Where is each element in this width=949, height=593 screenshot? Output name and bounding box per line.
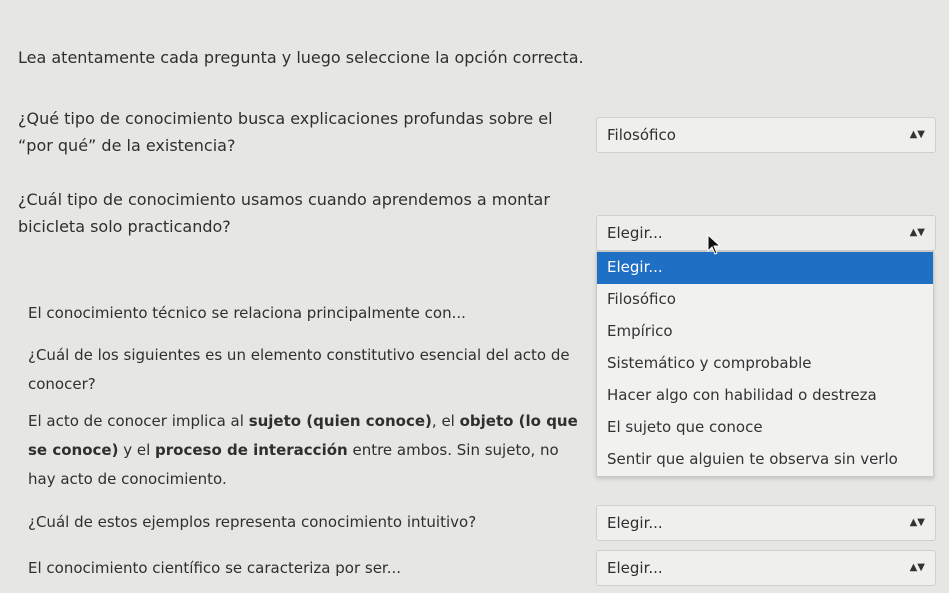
dropdown-option[interactable]: Sentir que alguien te observa sin verlo	[597, 444, 933, 476]
question-1-selected-value: Filosófico	[607, 126, 676, 144]
question-7-selected-value: Elegir...	[607, 559, 663, 577]
dropdown-option[interactable]: Hacer algo con habilidad o destreza	[597, 380, 933, 412]
q5-part: y el	[118, 441, 156, 459]
dropdown-option[interactable]: Empírico	[597, 316, 933, 348]
mouse-pointer-icon	[707, 234, 722, 255]
question-3-text: El conocimiento técnico se relaciona pri…	[28, 304, 466, 322]
q5-bold: proceso de interacción	[155, 441, 348, 459]
question-6-text: ¿Cuál de estos ejemplos representa conoc…	[28, 513, 477, 531]
question-7-text: El conocimiento científico se caracteriz…	[28, 559, 402, 577]
question-5-text: El acto de conocer implica al sujeto (qu…	[28, 407, 588, 494]
question-1-text: ¿Qué tipo de conocimiento busca explicac…	[18, 109, 553, 155]
question-4-text: ¿Cuál de los siguientes es un elemento c…	[28, 346, 570, 393]
question-2-select[interactable]: Elegir... ▲▼	[596, 215, 936, 251]
q5-bold: sujeto (quien conoce)	[248, 412, 432, 430]
question-6-select[interactable]: Elegir... ▲▼	[596, 505, 936, 541]
dropdown-option[interactable]: El sujeto que conoce	[597, 412, 933, 444]
dropdown-list[interactable]: Elegir... Filosófico Empírico Sistemátic…	[596, 251, 934, 477]
question-7-select[interactable]: Elegir... ▲▼	[596, 550, 936, 586]
q5-part: , el	[431, 412, 460, 430]
dropdown-option[interactable]: Filosófico	[597, 284, 933, 316]
dropdown-option[interactable]: Elegir...	[597, 252, 933, 284]
instructions: Lea atentamente cada pregunta y luego se…	[18, 48, 584, 67]
updown-arrow-icon: ▲▼	[909, 562, 925, 573]
q5-part: El acto de conocer implica al	[28, 412, 249, 430]
question-1-select[interactable]: Filosófico ▲▼	[596, 117, 936, 153]
updown-arrow-icon: ▲▼	[909, 129, 925, 140]
updown-arrow-icon: ▲▼	[909, 517, 925, 528]
question-6-selected-value: Elegir...	[607, 514, 663, 532]
dropdown-option[interactable]: Sistemático y comprobable	[597, 348, 933, 380]
question-2-text: ¿Cuál tipo de conocimiento usamos cuando…	[18, 190, 550, 236]
updown-arrow-icon: ▲▼	[909, 227, 925, 238]
question-2-selected-value: Elegir...	[607, 224, 663, 242]
